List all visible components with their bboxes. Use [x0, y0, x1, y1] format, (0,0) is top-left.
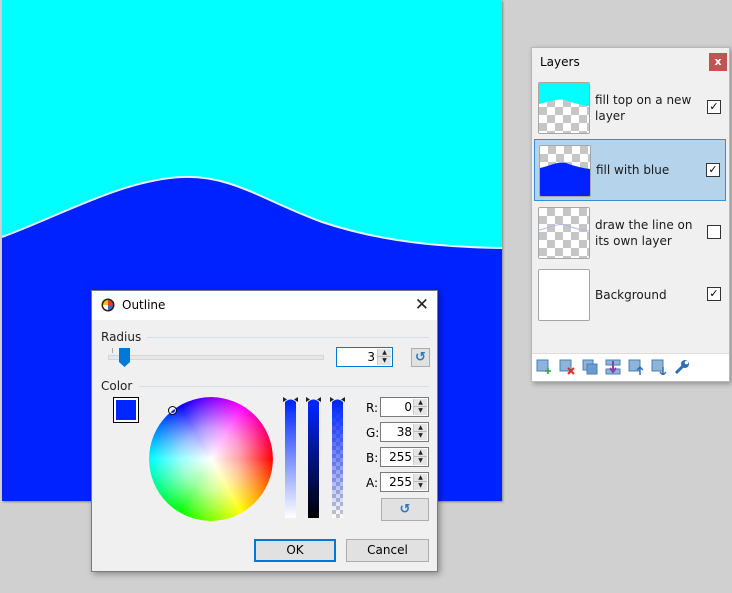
- green-spinner[interactable]: ▲ ▼: [413, 424, 427, 440]
- radius-label: Radius: [101, 330, 142, 344]
- radius-reset-button[interactable]: ↺: [411, 348, 430, 367]
- radius-slider-thumb[interactable]: [119, 348, 131, 367]
- red-label: R:: [366, 401, 379, 415]
- spin-down-icon[interactable]: ▼: [414, 482, 427, 490]
- effect-icon: [101, 298, 115, 312]
- layer-name: Background: [595, 288, 667, 302]
- layers-panel: Layers x fill top on a new layer ✓ fill …: [531, 47, 730, 382]
- color-swatch-fill: [116, 400, 136, 420]
- green-value: 38: [396, 425, 412, 439]
- color-reset-button[interactable]: ↺: [381, 498, 429, 521]
- cancel-button[interactable]: Cancel: [346, 539, 429, 562]
- alpha-value: 255: [389, 475, 412, 489]
- color-swatch[interactable]: [113, 397, 139, 423]
- color-divider: [139, 386, 429, 387]
- red-spinner[interactable]: ▲ ▼: [413, 399, 427, 415]
- red-value: 0: [404, 400, 412, 414]
- alpha-gradient: [332, 402, 343, 518]
- blue-label: B:: [366, 451, 379, 465]
- spin-down-icon[interactable]: ▼: [414, 432, 427, 440]
- alpha-input[interactable]: 255 ▲ ▼: [380, 472, 429, 492]
- green-input[interactable]: 38 ▲ ▼: [380, 422, 429, 442]
- layer-row[interactable]: fill top on a new layer ✓: [534, 77, 726, 139]
- alpha-spinner[interactable]: ▲ ▼: [413, 474, 427, 490]
- spin-down-icon[interactable]: ▼: [414, 407, 427, 415]
- value-slider[interactable]: [308, 402, 319, 518]
- dialog-close-button[interactable]: ✕: [415, 295, 429, 315]
- green-label: G:: [366, 426, 380, 440]
- blue-input[interactable]: 255 ▲ ▼: [380, 447, 429, 467]
- move-layer-up-icon[interactable]: [628, 359, 644, 375]
- color-wheel[interactable]: [149, 397, 273, 521]
- layers-panel-title: Layers: [540, 55, 580, 69]
- merge-layer-down-icon[interactable]: [605, 359, 621, 375]
- move-layer-down-icon[interactable]: [651, 359, 667, 375]
- layer-visibility-checkbox[interactable]: ✓: [707, 287, 721, 301]
- spin-up-icon[interactable]: ▲: [414, 399, 427, 407]
- spin-up-icon[interactable]: ▲: [414, 449, 427, 457]
- layer-thumbnail: [538, 269, 590, 321]
- layer-name: fill top on a new layer: [595, 93, 692, 123]
- layer-properties-icon[interactable]: [674, 359, 690, 375]
- color-wheel-saturation: [149, 397, 273, 521]
- alpha-slider[interactable]: [332, 402, 343, 518]
- ok-button[interactable]: OK: [254, 539, 336, 562]
- layer-row-selected[interactable]: fill with blue ✓: [534, 139, 726, 201]
- outline-dialog: Outline ✕ Radius 3 ▲ ▼ ↺ Color R: 0 ▲ ▼ G:…: [91, 290, 438, 572]
- color-label: Color: [101, 379, 133, 393]
- radius-divider: [147, 337, 429, 338]
- layers-close-button[interactable]: x: [709, 53, 727, 71]
- blue-value: 255: [389, 450, 412, 464]
- alpha-label: A:: [366, 476, 379, 490]
- layer-thumbnail: [538, 82, 590, 134]
- layer-name: fill with blue: [596, 163, 670, 177]
- layer-visibility-checkbox[interactable]: [707, 225, 721, 239]
- dialog-title: Outline: [122, 298, 166, 312]
- layer-visibility-checkbox[interactable]: ✓: [706, 163, 720, 177]
- slider-tick: [112, 348, 113, 353]
- spin-down-icon[interactable]: ▼: [378, 357, 391, 365]
- radius-spinner[interactable]: ▲ ▼: [377, 349, 391, 365]
- color-wheel-marker[interactable]: [168, 406, 177, 415]
- spin-down-icon[interactable]: ▼: [414, 457, 427, 465]
- layer-name: draw the line on its own layer: [595, 218, 693, 248]
- spin-up-icon[interactable]: ▲: [378, 349, 391, 357]
- radius-slider-track[interactable]: [108, 355, 324, 360]
- layer-thumbnail: [539, 145, 591, 197]
- layer-thumbnail: [538, 207, 590, 259]
- spin-up-icon[interactable]: ▲: [414, 474, 427, 482]
- layer-row[interactable]: Background ✓: [534, 264, 726, 326]
- red-input[interactable]: 0 ▲ ▼: [380, 397, 429, 417]
- radius-value: 3: [367, 350, 375, 364]
- saturation-slider[interactable]: [285, 402, 296, 518]
- dialog-titlebar[interactable]: Outline ✕: [92, 291, 437, 320]
- layers-toolbar: [532, 353, 729, 381]
- layer-row[interactable]: draw the line on its own layer: [534, 202, 726, 264]
- radius-input[interactable]: 3 ▲ ▼: [336, 347, 393, 367]
- blue-spinner[interactable]: ▲ ▼: [413, 449, 427, 465]
- add-layer-icon[interactable]: [536, 359, 552, 375]
- spin-up-icon[interactable]: ▲: [414, 424, 427, 432]
- duplicate-layer-icon[interactable]: [582, 359, 598, 375]
- delete-layer-icon[interactable]: [559, 359, 575, 375]
- layer-visibility-checkbox[interactable]: ✓: [707, 100, 721, 114]
